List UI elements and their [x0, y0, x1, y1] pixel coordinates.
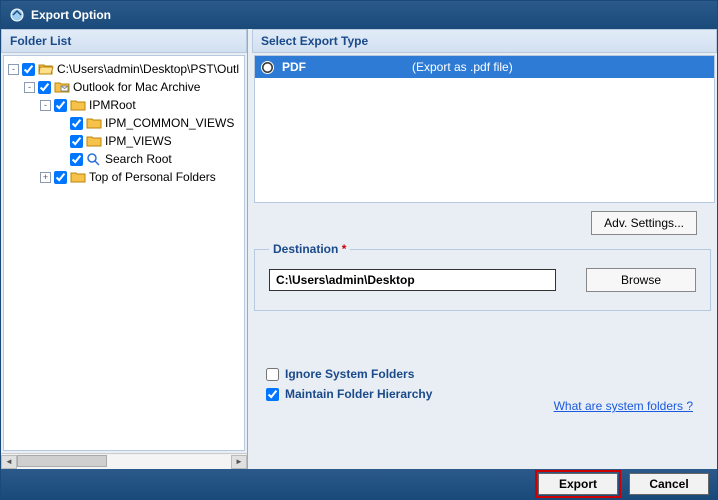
folder-list-header: Folder List	[1, 29, 247, 53]
expand-icon[interactable]: +	[40, 172, 51, 183]
app-icon	[9, 7, 25, 23]
title-bar: Export Option	[1, 1, 717, 29]
export-type-name: PDF	[282, 60, 412, 74]
export-type-radio[interactable]	[261, 61, 274, 74]
tree-item[interactable]: - C:\Users\admin\Desktop\PST\Outl	[8, 60, 244, 78]
tree-checkbox[interactable]	[70, 153, 83, 166]
what-are-system-folders-link[interactable]: What are system folders ?	[554, 399, 693, 413]
tree-item-label: IPM_VIEWS	[105, 134, 172, 148]
export-button[interactable]: Export	[538, 473, 618, 495]
tree-item[interactable]: Search Root	[8, 150, 244, 168]
tree-item[interactable]: - IPMRoot	[8, 96, 244, 114]
tree-checkbox[interactable]	[54, 171, 67, 184]
tree-item[interactable]: + Top of Personal Folders	[8, 168, 244, 186]
tree-item[interactable]: IPM_VIEWS	[8, 132, 244, 150]
ignore-system-folders-option[interactable]: Ignore System Folders	[266, 367, 703, 381]
tree-item-label: C:\Users\admin\Desktop\PST\Outl	[57, 62, 239, 76]
dialog-footer: Export Cancel	[1, 469, 717, 499]
tree-checkbox[interactable]	[70, 135, 83, 148]
destination-group: Destination * Browse	[254, 249, 711, 311]
ignore-system-checkbox[interactable]	[266, 368, 279, 381]
window-title: Export Option	[31, 8, 111, 22]
scroll-right-arrow[interactable]: ►	[231, 455, 247, 469]
adv-settings-button[interactable]: Adv. Settings...	[591, 211, 697, 235]
maintain-hierarchy-checkbox[interactable]	[266, 388, 279, 401]
required-asterisk: *	[342, 242, 347, 256]
folder-list-pane: Folder List - C:\Users\admin\Desktop\PST\…	[1, 29, 248, 469]
folder-icon	[70, 169, 86, 185]
ignore-system-label: Ignore System Folders	[285, 367, 414, 381]
horizontal-scrollbar[interactable]: ◄ ►	[1, 453, 247, 469]
tree-item[interactable]: IPM_COMMON_VIEWS	[8, 114, 244, 132]
collapse-icon[interactable]: -	[24, 82, 35, 93]
export-type-desc: (Export as .pdf file)	[412, 60, 513, 74]
export-button-highlight: Export	[535, 470, 621, 498]
collapse-icon[interactable]: -	[8, 64, 19, 75]
destination-label: Destination	[273, 242, 338, 256]
tree-checkbox[interactable]	[22, 63, 35, 76]
folder-open-icon	[38, 61, 54, 77]
mailbox-icon	[54, 79, 70, 95]
export-type-option-pdf[interactable]: PDF (Export as .pdf file)	[255, 56, 714, 78]
scroll-thumb[interactable]	[17, 455, 107, 467]
tree-item-label: IPM_COMMON_VIEWS	[105, 116, 234, 130]
expander-placeholder	[56, 154, 67, 165]
export-type-list: PDF (Export as .pdf file)	[254, 55, 715, 203]
folder-icon	[86, 115, 102, 131]
folder-tree[interactable]: - C:\Users\admin\Desktop\PST\Outl - Outlook…	[3, 55, 245, 451]
tree-item-label: IPMRoot	[89, 98, 136, 112]
browse-button[interactable]: Browse	[586, 268, 696, 292]
search-icon	[86, 151, 102, 167]
tree-item-label: Top of Personal Folders	[89, 170, 216, 184]
expander-placeholder	[56, 118, 67, 129]
maintain-hierarchy-label: Maintain Folder Hierarchy	[285, 387, 432, 401]
export-type-header: Select Export Type	[252, 29, 717, 53]
tree-item-label: Outlook for Mac Archive	[73, 80, 200, 94]
folder-icon	[70, 97, 86, 113]
collapse-icon[interactable]: -	[40, 100, 51, 111]
scroll-left-arrow[interactable]: ◄	[1, 455, 17, 469]
tree-checkbox[interactable]	[38, 81, 51, 94]
folder-icon	[86, 133, 102, 149]
expander-placeholder	[56, 136, 67, 147]
tree-item[interactable]: - Outlook for Mac Archive	[8, 78, 244, 96]
destination-input[interactable]	[269, 269, 556, 291]
cancel-button[interactable]: Cancel	[629, 473, 709, 495]
tree-checkbox[interactable]	[70, 117, 83, 130]
tree-item-label: Search Root	[105, 152, 172, 166]
tree-checkbox[interactable]	[54, 99, 67, 112]
